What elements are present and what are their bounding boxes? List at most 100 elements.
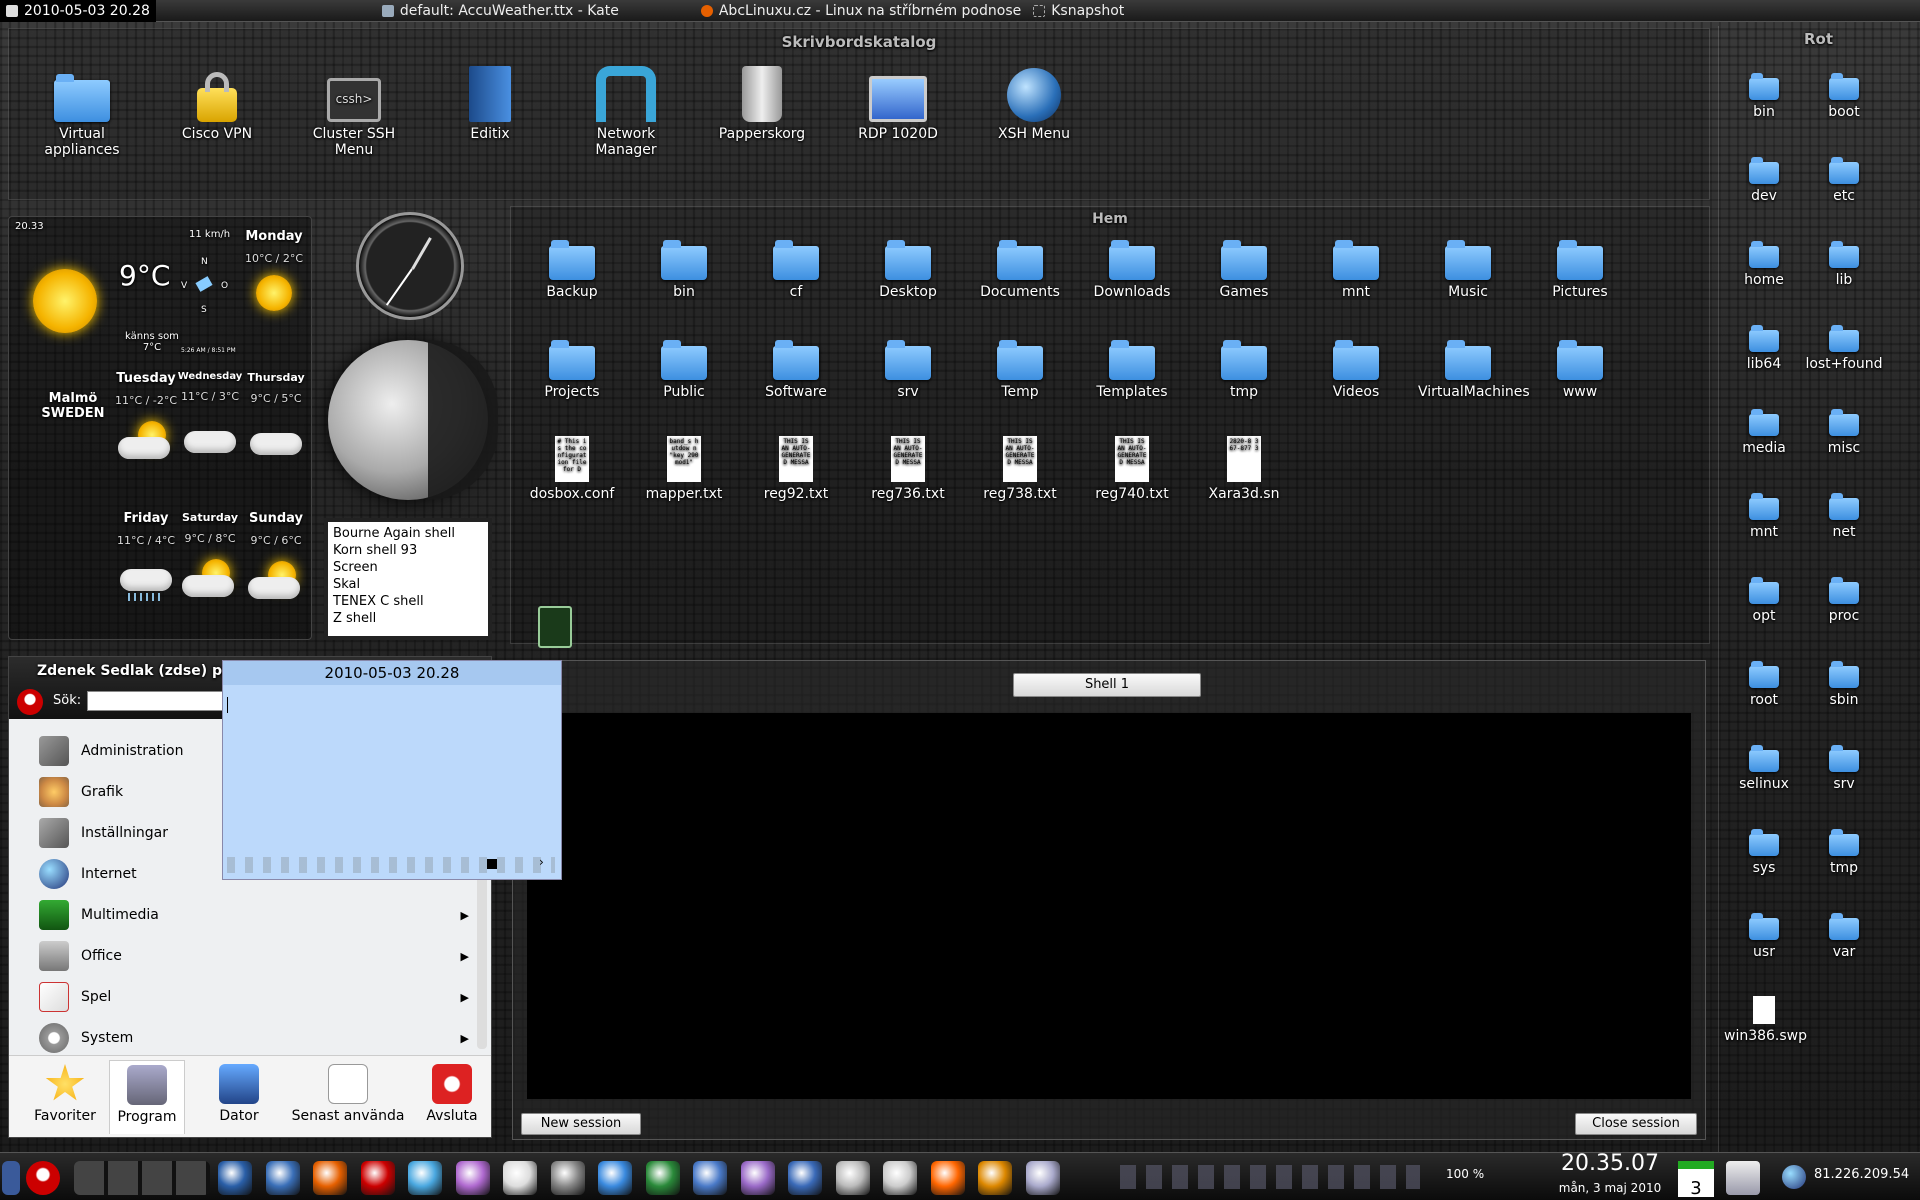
root-folder[interactable]: selinux bbox=[1724, 738, 1804, 792]
home-folder[interactable]: Documents bbox=[970, 236, 1070, 300]
desktop-icon-rdp[interactable]: RDP 1020D bbox=[838, 66, 958, 142]
root-folder[interactable]: home bbox=[1724, 234, 1804, 288]
menu-search-input[interactable] bbox=[87, 691, 223, 711]
launcher-app-icon[interactable] bbox=[740, 1161, 775, 1195]
home-file[interactable]: THIS IS AN AUTO-GENERATED MESSA reg92.txt bbox=[746, 436, 846, 502]
root-folder[interactable]: lib bbox=[1804, 234, 1884, 288]
tab-favoriter[interactable]: Favoriter bbox=[17, 1060, 113, 1134]
desktop-icon-xsh-menu[interactable]: XSH Menu bbox=[974, 66, 1094, 142]
root-folder[interactable]: win386.swp bbox=[1724, 990, 1807, 1044]
home-file[interactable]: 2820-8 367-877 3 Xara3d.sn bbox=[1194, 436, 1294, 502]
root-folder[interactable]: usr bbox=[1724, 906, 1804, 960]
home-folder[interactable]: Templates bbox=[1082, 336, 1182, 400]
tab-program[interactable]: Program bbox=[109, 1060, 185, 1134]
note-text-area[interactable] bbox=[223, 687, 561, 837]
clock-time[interactable]: 20.35.07 bbox=[1560, 1151, 1660, 1176]
virtual-desktop-pager[interactable] bbox=[74, 1161, 210, 1195]
root-folder[interactable]: var bbox=[1804, 906, 1884, 960]
tab-dator[interactable]: Dator bbox=[191, 1060, 287, 1134]
home-file[interactable]: THIS IS AN AUTO-GENERATED MESSA reg740.tx… bbox=[1082, 436, 1182, 502]
home-folder[interactable]: Games bbox=[1194, 236, 1294, 300]
show-desktop-icon[interactable] bbox=[2, 1161, 20, 1195]
launcher-app-icon[interactable] bbox=[788, 1161, 822, 1195]
desktop-icon-cisco-vpn[interactable]: Cisco VPN bbox=[157, 66, 277, 142]
root-folder[interactable]: sys bbox=[1724, 822, 1804, 876]
launcher-app-icon[interactable] bbox=[313, 1161, 347, 1195]
root-folder[interactable]: root bbox=[1724, 654, 1804, 708]
desktop-icon-virtual-appliances[interactable]: Virtual appliances bbox=[22, 66, 142, 158]
calendar-icon[interactable]: 3 bbox=[1678, 1161, 1714, 1199]
desktop-icon-papperskorg[interactable]: Papperskorg bbox=[702, 66, 822, 142]
launcher-app-icon[interactable] bbox=[835, 1161, 870, 1195]
home-file[interactable]: THIS IS AN AUTO-GENERATED MESSA reg736.tx… bbox=[858, 436, 958, 502]
root-folder[interactable]: srv bbox=[1804, 738, 1884, 792]
home-folder[interactable]: Projects bbox=[522, 336, 622, 400]
desktop-icon-network-manager[interactable]: Network Manager bbox=[566, 66, 686, 158]
root-folder[interactable]: mnt bbox=[1724, 486, 1804, 540]
home-folder[interactable]: Pictures bbox=[1530, 236, 1630, 300]
root-folder[interactable]: dev bbox=[1724, 150, 1804, 204]
volume-level[interactable]: 100 % bbox=[1446, 1167, 1484, 1181]
launcher-app-icon[interactable] bbox=[218, 1161, 252, 1195]
home-folder[interactable]: mnt bbox=[1306, 236, 1406, 300]
desktop-icon-editix[interactable]: Editix bbox=[430, 66, 550, 142]
task-firefox[interactable]: AbcLinuxu.cz - Linux na stříbrném podnos… bbox=[695, 0, 1027, 22]
launcher-app-icon[interactable] bbox=[265, 1161, 300, 1195]
root-folder[interactable]: tmp bbox=[1804, 822, 1884, 876]
home-folder[interactable]: cf bbox=[746, 236, 846, 300]
launcher-app-icon[interactable] bbox=[408, 1161, 442, 1195]
tab-senast-anvanda[interactable]: Senast använda bbox=[285, 1060, 411, 1134]
root-folder[interactable]: media bbox=[1724, 402, 1804, 456]
home-file[interactable]: # This is the configuration file for Ddo… bbox=[522, 436, 622, 502]
launcher-app-icon[interactable] bbox=[1025, 1161, 1060, 1195]
shell-item[interactable]: Screen bbox=[333, 559, 483, 576]
launcher-app-icon[interactable] bbox=[883, 1161, 917, 1195]
home-folder[interactable]: Backup bbox=[522, 236, 622, 300]
home-folder[interactable]: Public bbox=[634, 336, 734, 400]
home-folder[interactable]: Music bbox=[1418, 236, 1518, 300]
root-folder[interactable]: etc bbox=[1804, 150, 1884, 204]
root-folder[interactable]: opt bbox=[1724, 570, 1804, 624]
home-file[interactable]: band_s hutdow n "key 290 mod1" mapper.txt bbox=[634, 436, 734, 502]
mail-icon[interactable] bbox=[1726, 1161, 1760, 1195]
home-folder[interactable]: VirtualMachines bbox=[1418, 336, 1530, 400]
chevron-right-icon[interactable]: › bbox=[539, 855, 544, 869]
home-folder[interactable]: bin bbox=[634, 236, 734, 300]
launcher-app-icon[interactable] bbox=[645, 1161, 680, 1195]
task-note[interactable]: 2010-05-03 20.28 bbox=[0, 0, 156, 22]
home-file[interactable]: THIS IS AN AUTO-GENERATED MESSA reg738.tx… bbox=[970, 436, 1070, 502]
shell-item[interactable]: Skal bbox=[333, 576, 483, 593]
root-folder[interactable]: boot bbox=[1804, 66, 1884, 120]
color-swatch-icon[interactable] bbox=[487, 859, 497, 869]
launcher-app-icon[interactable] bbox=[503, 1161, 537, 1195]
shell-item[interactable]: TENEX C shell bbox=[333, 593, 483, 610]
launcher-app-icon[interactable] bbox=[930, 1161, 965, 1195]
tab-shell-1[interactable]: Shell 1 bbox=[1013, 673, 1201, 697]
home-folder[interactable]: tmp bbox=[1194, 336, 1294, 400]
root-folder[interactable]: net bbox=[1804, 486, 1884, 540]
kickoff-launcher-icon[interactable] bbox=[26, 1161, 60, 1195]
tab-avsluta[interactable]: Avsluta bbox=[409, 1060, 495, 1134]
home-folder[interactable]: Downloads bbox=[1082, 236, 1182, 300]
power-widget-icon[interactable] bbox=[538, 606, 572, 648]
root-folder[interactable]: sbin bbox=[1804, 654, 1884, 708]
home-folder[interactable]: Temp bbox=[970, 336, 1070, 400]
home-folder[interactable]: Software bbox=[746, 336, 846, 400]
task-ksnapshot[interactable]: Ksnapshot bbox=[1027, 0, 1130, 22]
menu-scrollbar[interactable] bbox=[477, 857, 487, 1049]
menu-item-office[interactable]: Office ▶ bbox=[39, 936, 479, 976]
launcher-app-icon[interactable] bbox=[550, 1161, 585, 1195]
close-session-button[interactable]: Close session bbox=[1575, 1113, 1697, 1135]
home-folder[interactable]: www bbox=[1530, 336, 1630, 400]
home-folder[interactable]: Videos bbox=[1306, 336, 1406, 400]
launcher-app-icon[interactable] bbox=[455, 1161, 490, 1195]
launcher-app-icon[interactable] bbox=[598, 1161, 632, 1195]
root-folder[interactable]: misc bbox=[1804, 402, 1884, 456]
root-folder[interactable]: bin bbox=[1724, 66, 1804, 120]
shell-item[interactable]: Z shell bbox=[333, 610, 483, 627]
root-folder[interactable]: lost+found bbox=[1804, 318, 1884, 372]
desktop-icon-cluster-ssh[interactable]: cssh> Cluster SSH Menu bbox=[294, 66, 414, 158]
system-tray[interactable] bbox=[1120, 1165, 1420, 1189]
menu-item-spel[interactable]: Spel ▶ bbox=[39, 977, 479, 1017]
root-folder[interactable]: lib64 bbox=[1724, 318, 1804, 372]
